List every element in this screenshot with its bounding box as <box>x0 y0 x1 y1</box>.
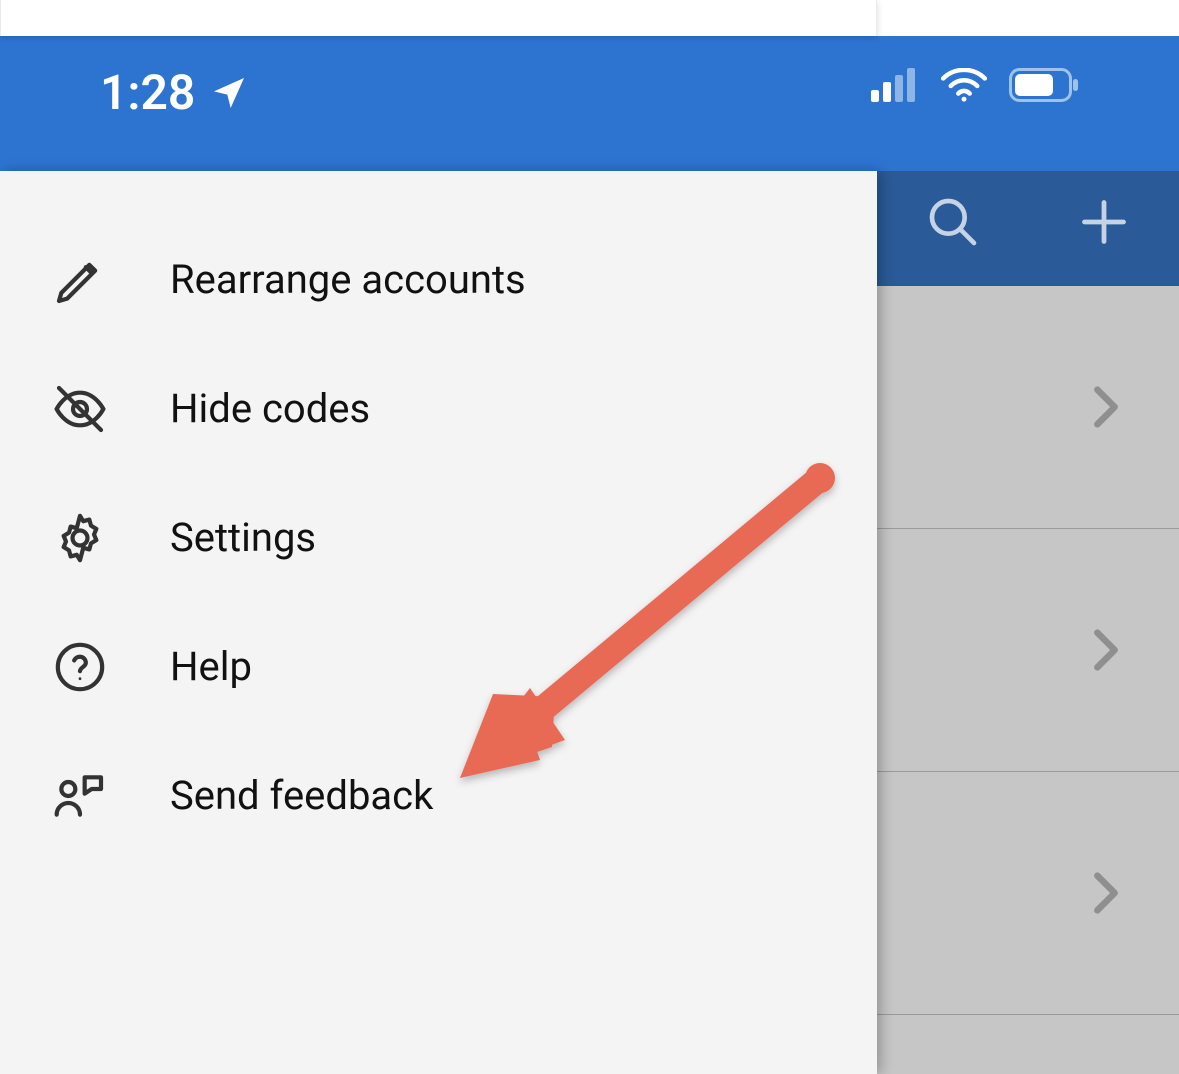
location-arrow-icon <box>209 73 249 113</box>
list-item[interactable] <box>877 529 1179 772</box>
list-item[interactable] <box>877 286 1179 529</box>
add-button[interactable] <box>1074 192 1134 252</box>
pencil-icon <box>50 250 110 310</box>
gear-icon <box>50 508 110 568</box>
chevron-right-icon <box>1093 871 1119 915</box>
drawer-item-hide-codes[interactable]: Hide codes <box>0 344 877 473</box>
list-item[interactable] <box>877 772 1179 1015</box>
drawer-item-label: Settings <box>170 514 316 561</box>
app-header <box>877 157 1179 286</box>
status-bar-left: 1:28 <box>100 64 249 121</box>
status-bar-right <box>871 68 1079 102</box>
status-bar: 1:28 <box>0 36 1179 171</box>
drawer-item-label: Help <box>170 643 252 690</box>
accounts-list <box>877 286 1179 1074</box>
drawer-item-settings[interactable]: Settings <box>0 473 877 602</box>
drawer-item-label: Rearrange accounts <box>170 256 526 303</box>
drawer-item-rearrange-accounts[interactable]: Rearrange accounts <box>0 215 877 344</box>
cellular-signal-icon <box>871 68 919 102</box>
chevron-right-icon <box>1093 385 1119 429</box>
feedback-icon <box>50 766 110 826</box>
drawer-item-label: Hide codes <box>170 385 370 432</box>
eye-off-icon <box>50 379 110 439</box>
drawer-item-help[interactable]: Help <box>0 602 877 731</box>
drawer-item-send-feedback[interactable]: Send feedback <box>0 731 877 860</box>
navigation-drawer: Rearrange accounts Hide codes Settings <box>0 171 877 1074</box>
top-card-edge <box>0 0 877 36</box>
battery-icon <box>1009 68 1079 102</box>
drawer-item-label: Send feedback <box>170 772 433 819</box>
search-button[interactable] <box>923 192 983 252</box>
list-item[interactable] <box>877 1015 1179 1074</box>
status-time: 1:28 <box>100 64 195 121</box>
chevron-right-icon <box>1093 628 1119 672</box>
wifi-icon <box>941 68 987 102</box>
question-circle-icon <box>50 637 110 697</box>
